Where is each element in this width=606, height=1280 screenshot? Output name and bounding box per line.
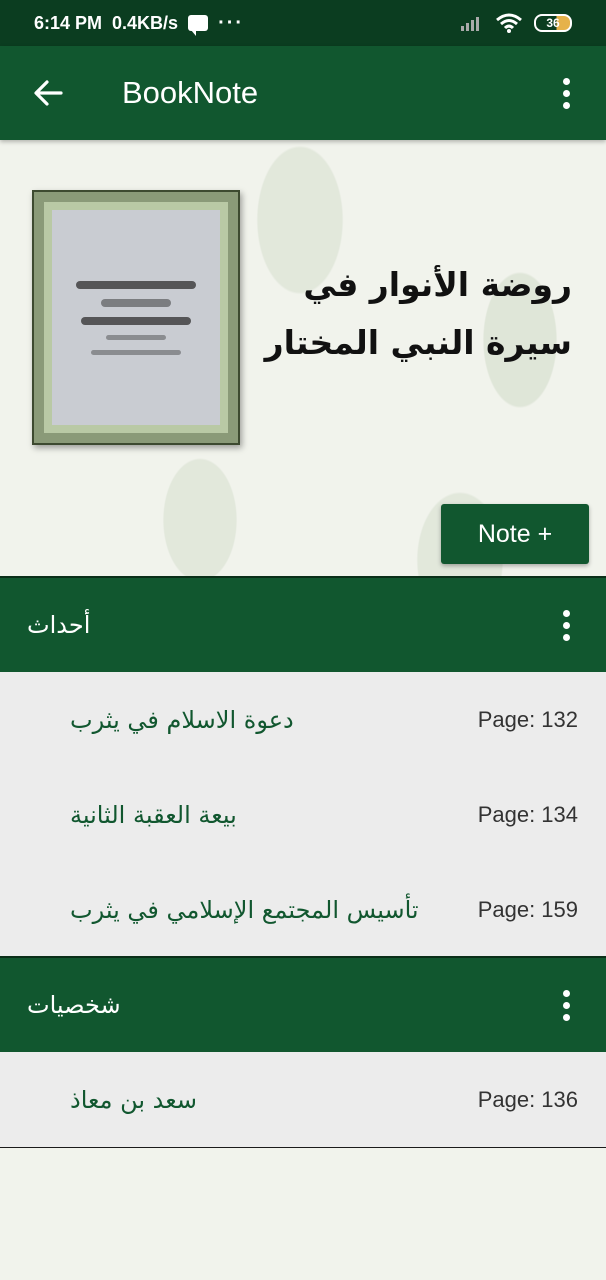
section-menu-button[interactable] bbox=[526, 577, 606, 673]
book-title: روضة الأنوار في سيرة النبي المختار bbox=[252, 256, 572, 372]
section-header-characters[interactable]: شخصيات bbox=[0, 956, 606, 1052]
arrow-back-icon bbox=[34, 80, 63, 106]
section-title: شخصيات bbox=[27, 991, 121, 1019]
more-notifications: ··· bbox=[218, 11, 245, 34]
section-header-events[interactable]: أحداث bbox=[0, 576, 606, 672]
list-item[interactable]: بيعة العقبة الثانية Page: 134 bbox=[0, 767, 606, 862]
signal-icon bbox=[461, 17, 479, 31]
item-label: بيعة العقبة الثانية bbox=[70, 800, 237, 829]
book-title-line-2: سيرة النبي المختار bbox=[264, 323, 572, 362]
more-vert-icon bbox=[562, 989, 570, 1021]
section-title: أحداث bbox=[27, 611, 91, 639]
battery-icon: 36 bbox=[534, 14, 572, 32]
item-page: Page: 136 bbox=[477, 1086, 578, 1112]
list-item[interactable]: تأسيس المجتمع الإسلامي في يثرب Page: 159 bbox=[0, 862, 606, 957]
add-note-button[interactable]: Note + bbox=[441, 504, 589, 564]
section-menu-button[interactable] bbox=[526, 957, 606, 1053]
overflow-menu-button[interactable] bbox=[526, 46, 606, 140]
status-bar: 6:14 PM 0.4KB/s ··· 36 bbox=[0, 0, 606, 46]
events-list: دعوة الاسلام في يثرب Page: 132 بيعة العق… bbox=[0, 672, 606, 958]
status-time: 6:14 PM bbox=[34, 12, 103, 33]
more-vert-icon bbox=[562, 77, 570, 109]
battery-level: 36 bbox=[546, 16, 560, 30]
app-title: BookNote bbox=[122, 75, 259, 110]
back-button[interactable] bbox=[0, 46, 96, 140]
book-title-line-1: روضة الأنوار في bbox=[303, 265, 572, 304]
status-speed: 0.4KB/s bbox=[112, 12, 179, 33]
characters-list: سعد بن معاذ Page: 136 bbox=[0, 1052, 606, 1148]
more-vert-icon bbox=[562, 609, 570, 641]
wifi-icon bbox=[496, 13, 522, 33]
item-page: Page: 134 bbox=[477, 801, 578, 827]
item-label: تأسيس المجتمع الإسلامي في يثرب bbox=[70, 895, 419, 924]
item-page: Page: 159 bbox=[477, 896, 578, 922]
item-label: سعد بن معاذ bbox=[70, 1085, 197, 1114]
list-item[interactable]: دعوة الاسلام في يثرب Page: 132 bbox=[0, 672, 606, 767]
book-header: روضة الأنوار في سيرة النبي المختار Note … bbox=[0, 140, 606, 576]
list-item[interactable]: سعد بن معاذ Page: 136 bbox=[0, 1052, 606, 1147]
item-page: Page: 132 bbox=[477, 706, 578, 732]
book-cover-image bbox=[32, 190, 240, 445]
message-icon bbox=[188, 15, 209, 36]
item-label: دعوة الاسلام في يثرب bbox=[70, 705, 294, 734]
app-bar: BookNote bbox=[0, 46, 606, 140]
